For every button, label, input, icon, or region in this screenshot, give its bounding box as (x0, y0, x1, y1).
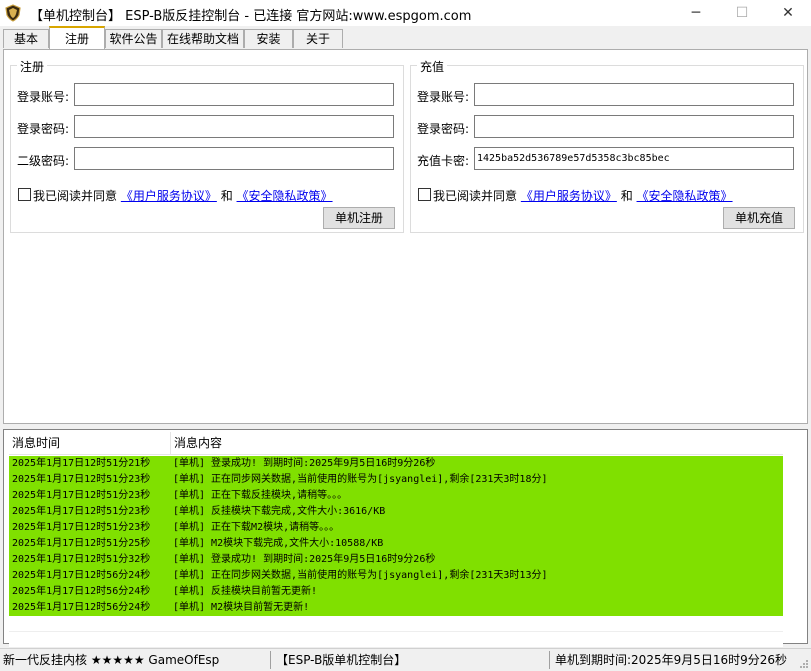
status-expiry-text: 单机到期时间:2025年9月5日16时9分26秒 (555, 653, 788, 667)
recharge-account-label: 登录账号: (417, 90, 470, 104)
register-agree-line: 我已阅读并同意 《用户服务协议》 和 《安全隐私政策》 (33, 187, 333, 204)
recharge-password-label: 登录密码: (417, 122, 470, 136)
log-time-cell: 2025年1月17日12时51分23秒 (12, 506, 151, 517)
recharge-agree-line: 我已阅读并同意 《用户服务协议》 和 《安全隐私政策》 (433, 187, 733, 204)
log-time-cell: 2025年1月17日12时51分25秒 (12, 538, 151, 549)
table-row[interactable]: 2025年1月17日12时51分23秒 [单机] 正在下载M2模块,请稍等。。。 (9, 520, 783, 536)
log-column-message[interactable]: 消息内容 (170, 432, 774, 454)
table-row[interactable]: 2025年1月17日12时51分23秒 [单机] 正在同步网关数据,当前使用的账号… (9, 472, 783, 488)
table-row[interactable]: 2025年1月17日12时51分23秒 [单机] 正在下载反挂模块,请稍等。。。 (9, 488, 783, 504)
table-row-empty (9, 616, 783, 632)
log-time-cell: 2025年1月17日12时56分24秒 (12, 570, 151, 581)
recharge-account-input[interactable] (474, 83, 794, 106)
recharge-card-label: 充值卡密: (417, 154, 470, 168)
tab-register[interactable]: 注册 (49, 26, 105, 49)
table-row-empty (9, 632, 783, 648)
table-row[interactable]: 2025年1月17日12时56分24秒 [单机] 正在同步网关数据,当前使用的账号… (9, 568, 783, 584)
recharge-submit-button[interactable]: 单机充值 (723, 207, 795, 229)
table-row[interactable]: 2025年1月17日12时51分21秒 [单机] 登录成功! 到期时间:2025年… (9, 456, 783, 472)
register-tab-panel: 注册 登录账号: 登录密码: 二级密码: 我已阅读并同意 《用户服务协议》 和 … (3, 49, 808, 424)
close-button[interactable]: ✕ (765, 0, 811, 26)
minimize-button[interactable]: ─ (673, 0, 719, 26)
tab-announcement[interactable]: 软件公告 (105, 29, 162, 48)
log-message-cell: [单机] 反挂模块下载完成,文件大小:3616/KB (173, 506, 386, 517)
log-message-cell: [单机] 正在下载反挂模块,请稍等。。。 (173, 490, 348, 501)
log-message-cell: [单机] 正在同步网关数据,当前使用的账号为[jsyanglei],剩余[231… (173, 570, 548, 581)
log-message-cell: [单机] 反挂模块目前暂无更新! (173, 586, 318, 597)
log-column-time[interactable]: 消息时间 (9, 432, 170, 454)
recharge-and-text: 和 (620, 189, 633, 203)
tab-about[interactable]: 关于 (293, 29, 343, 48)
maximize-button[interactable]: ☐ (719, 0, 765, 26)
log-message-cell: [单机] M2模块下载完成,文件大小:10588/KB (173, 538, 384, 549)
register-group-title: 注册 (17, 58, 48, 75)
log-rows: 2025年1月17日12时51分21秒 [单机] 登录成功! 到期时间:2025年… (9, 456, 783, 648)
table-row[interactable]: 2025年1月17日12时51分25秒 [单机] M2模块下载完成,文件大小:10… (9, 536, 783, 552)
register-privacy-link[interactable]: 《安全隐私政策》 (237, 189, 333, 203)
recharge-group: 充值 登录账号: 登录密码: 充值卡密: 1425ba52d536789e57d… (410, 58, 804, 233)
recharge-agreement-link[interactable]: 《用户服务协议》 (521, 189, 617, 203)
tab-basic[interactable]: 基本 (3, 29, 49, 48)
log-message-cell: [单机] 登录成功! 到期时间:2025年9月5日16时9分26秒 (173, 458, 436, 469)
status-kernel-text: 新一代反挂内核 ★★★★★ GameOfEsp (3, 653, 220, 667)
register-password-label: 登录密码: (17, 122, 70, 136)
table-row[interactable]: 2025年1月17日12时56分24秒 [单机] M2模块目前暂无更新! (9, 600, 783, 616)
window-title: 【单机控制台】 ESP-B版反挂控制台 - 已连接 官方网站:www.espgo… (30, 9, 472, 24)
status-bar: 新一代反挂内核 ★★★★★ GameOfEsp 【ESP-B版单机控制台】 单机… (0, 648, 811, 671)
log-time-cell: 2025年1月17日12时56分24秒 (12, 602, 151, 613)
log-time-cell: 2025年1月17日12时51分32秒 (12, 554, 151, 565)
table-row[interactable]: 2025年1月17日12时51分23秒 [单机] 反挂模块下载完成,文件大小:36… (9, 504, 783, 520)
resize-grip-icon[interactable] (799, 659, 809, 669)
log-message-cell: [单机] 正在下载M2模块,请稍等。。。 (173, 522, 340, 533)
log-time-cell: 2025年1月17日12时51分23秒 (12, 522, 151, 533)
register-password-input[interactable] (74, 115, 394, 138)
register-account-label: 登录账号: (17, 90, 70, 104)
shield-logo-icon (5, 4, 21, 22)
log-time-cell: 2025年1月17日12时56分24秒 (12, 586, 151, 597)
register-group: 注册 登录账号: 登录密码: 二级密码: 我已阅读并同意 《用户服务协议》 和 … (10, 58, 404, 233)
log-message-cell: [单机] M2模块目前暂无更新! (173, 602, 310, 613)
log-message-cell: [单机] 登录成功! 到期时间:2025年9月5日16时9分26秒 (173, 554, 436, 565)
tab-bar: 基本 注册 软件公告 在线帮助文档 安装 关于 (0, 26, 811, 50)
table-row[interactable]: 2025年1月17日12时56分24秒 [单机] 反挂模块目前暂无更新! (9, 584, 783, 600)
recharge-password-input[interactable] (474, 115, 794, 138)
status-console-text: 【ESP-B版单机控制台】 (276, 653, 407, 667)
register-agree-text: 我已阅读并同意 (33, 189, 118, 203)
register-account-input[interactable] (74, 83, 394, 106)
register-submit-button[interactable]: 单机注册 (323, 207, 395, 229)
recharge-agree-text: 我已阅读并同意 (433, 189, 518, 203)
title-bar: 【单机控制台】 ESP-B版反挂控制台 - 已连接 官方网站:www.espgo… (0, 0, 811, 26)
tab-online-help[interactable]: 在线帮助文档 (162, 29, 244, 48)
log-header: 消息时间 消息内容 (9, 432, 783, 455)
register-agreement-link[interactable]: 《用户服务协议》 (121, 189, 217, 203)
status-separator (549, 651, 550, 669)
log-time-cell: 2025年1月17日12时51分23秒 (12, 474, 151, 485)
minimize-icon: ─ (691, 5, 701, 21)
recharge-group-title: 充值 (417, 58, 448, 75)
message-log[interactable]: 消息时间 消息内容 2025年1月17日12时51分21秒 [单机] 登录成功! … (3, 429, 808, 648)
close-icon: ✕ (782, 5, 794, 21)
register-and-text: 和 (220, 189, 233, 203)
table-row[interactable]: 2025年1月17日12时51分32秒 [单机] 登录成功! 到期时间:2025年… (9, 552, 783, 568)
log-time-cell: 2025年1月17日12时51分21秒 (12, 458, 151, 469)
recharge-card-input[interactable]: 1425ba52d536789e57d5358c3bc85bec (474, 147, 794, 170)
register-second-password-input[interactable] (74, 147, 394, 170)
register-second-password-label: 二级密码: (17, 154, 70, 168)
maximize-icon: ☐ (735, 5, 749, 21)
log-time-cell: 2025年1月17日12时51分23秒 (12, 490, 151, 501)
status-separator (270, 651, 271, 669)
tab-install[interactable]: 安装 (244, 29, 293, 48)
recharge-privacy-link[interactable]: 《安全隐私政策》 (637, 189, 733, 203)
log-message-cell: [单机] 正在同步网关数据,当前使用的账号为[jsyanglei],剩余[231… (173, 474, 548, 485)
register-agree-checkbox[interactable] (18, 188, 31, 201)
recharge-agree-checkbox[interactable] (418, 188, 431, 201)
